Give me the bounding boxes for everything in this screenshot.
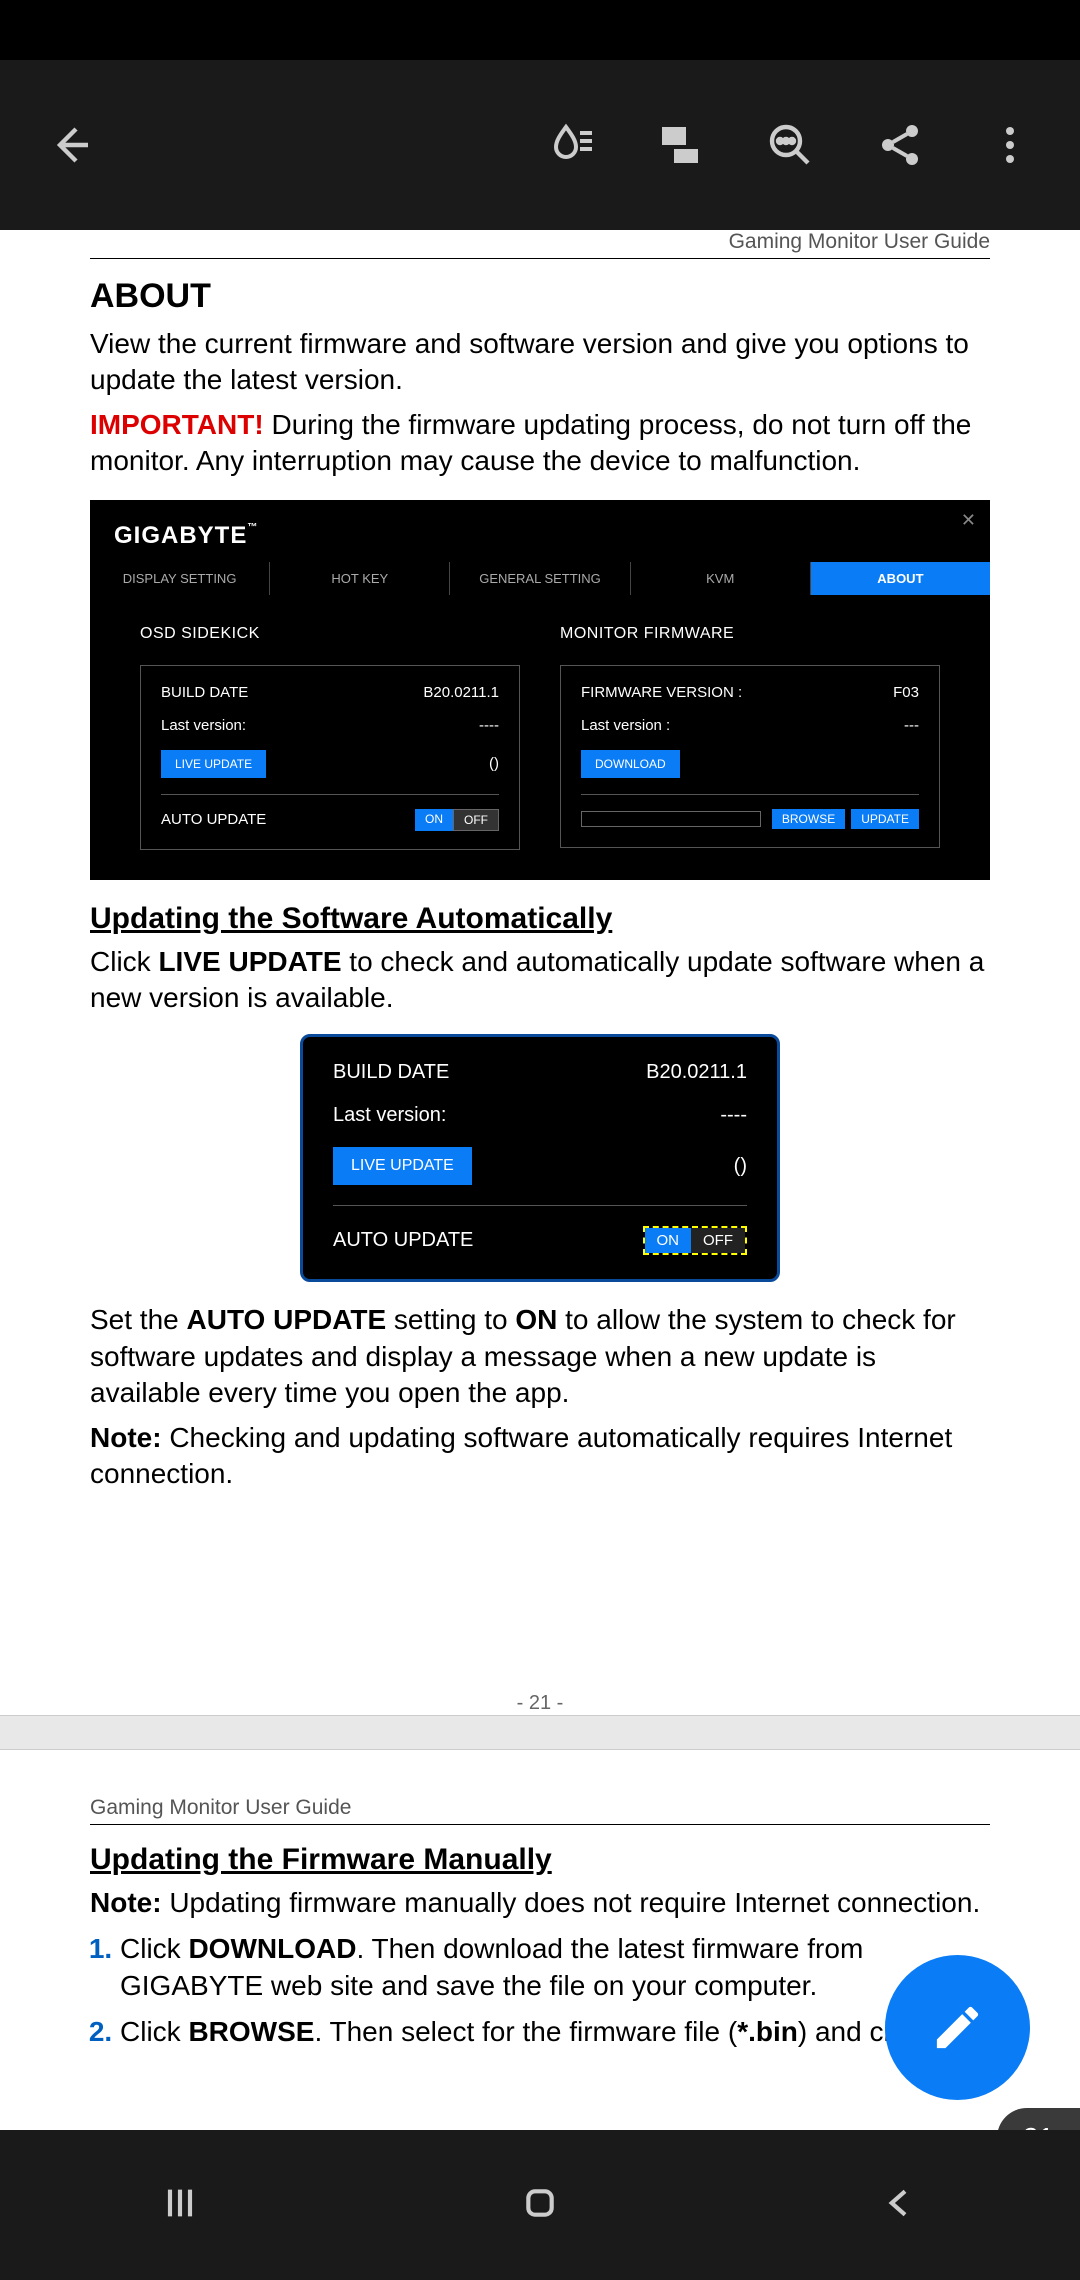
- download-button: DOWNLOAD: [581, 750, 680, 778]
- recents-icon[interactable]: [160, 2183, 200, 2228]
- android-nav-bar: [0, 2130, 1080, 2280]
- back-nav-icon[interactable]: [880, 2183, 920, 2228]
- ink-icon[interactable]: [540, 115, 600, 175]
- page-header: Gaming Monitor User Guide: [90, 1796, 990, 1825]
- tab-kvm: KVM: [631, 562, 811, 595]
- manual-update-heading: Updating the Firmware Manually: [90, 1843, 990, 1877]
- manual-steps: Click DOWNLOAD. Then download the latest…: [120, 1930, 990, 2051]
- osd-sidekick-title: OSD SIDEKICK: [140, 625, 520, 643]
- home-icon[interactable]: [520, 2183, 560, 2228]
- app-toolbar: [0, 60, 1080, 230]
- set-auto-text: Set the AUTO UPDATE setting to ON to all…: [90, 1302, 990, 1411]
- more-icon[interactable]: [980, 115, 1040, 175]
- tab-about: ABOUT: [811, 562, 990, 595]
- tab-display: DISPLAY SETTING: [90, 562, 270, 595]
- monitor-firmware-title: MONITOR FIRMWARE: [560, 625, 940, 643]
- live-update-button: LIVE UPDATE: [333, 1147, 472, 1185]
- page-number: - 21 -: [90, 1692, 990, 1715]
- progress-bar: [581, 811, 761, 827]
- step-1: Click DOWNLOAD. Then download the latest…: [120, 1930, 990, 2006]
- page-indicator: 21: [997, 2108, 1080, 2130]
- browse-button: BROWSE: [772, 809, 845, 829]
- about-desc: View the current firmware and software v…: [90, 326, 990, 399]
- osd-detail-screenshot: BUILD DATEB20.0211.1 Last version:---- L…: [300, 1034, 780, 1282]
- close-icon: ✕: [961, 510, 976, 531]
- manual-note: Note: Updating firmware manually does no…: [90, 1885, 990, 1921]
- osd-full-screenshot: ✕ GIGABYTE™ DISPLAY SETTING HOT KEY GENE…: [90, 500, 990, 880]
- tab-general: GENERAL SETTING: [450, 562, 630, 595]
- gigabyte-logo: GIGABYTE™: [90, 500, 990, 562]
- about-title: ABOUT: [90, 277, 990, 316]
- auto-update-text: Click LIVE UPDATE to check and automatic…: [90, 944, 990, 1017]
- step-2: Click BROWSE. Then select for the firmwa…: [120, 2013, 990, 2051]
- page-21: Gaming Monitor User Guide ABOUT View the…: [0, 230, 1080, 1715]
- share-icon[interactable]: [870, 115, 930, 175]
- important-text: IMPORTANT! During the firmware updating …: [90, 407, 990, 480]
- note-text: Note: Checking and updating software aut…: [90, 1420, 990, 1493]
- live-update-button: LIVE UPDATE: [161, 750, 266, 778]
- auto-update-toggle: ONOFF: [415, 809, 499, 831]
- page-gap: [0, 1715, 1080, 1750]
- osd-tabs: DISPLAY SETTING HOT KEY GENERAL SETTING …: [90, 562, 990, 595]
- edit-fab[interactable]: [885, 1955, 1030, 2100]
- document-viewer[interactable]: Gaming Monitor User Guide ABOUT View the…: [0, 230, 1080, 2130]
- tab-hotkey: HOT KEY: [270, 562, 450, 595]
- search-icon[interactable]: [760, 115, 820, 175]
- back-icon[interactable]: [40, 115, 100, 175]
- update-button: UPDATE: [851, 809, 919, 829]
- auto-update-heading: Updating the Software Automatically: [90, 902, 990, 936]
- auto-update-toggle-highlighted: ONOFF: [643, 1226, 748, 1255]
- status-bar: [0, 0, 1080, 60]
- page-header: Gaming Monitor User Guide: [90, 230, 990, 259]
- reader-icon[interactable]: [650, 115, 710, 175]
